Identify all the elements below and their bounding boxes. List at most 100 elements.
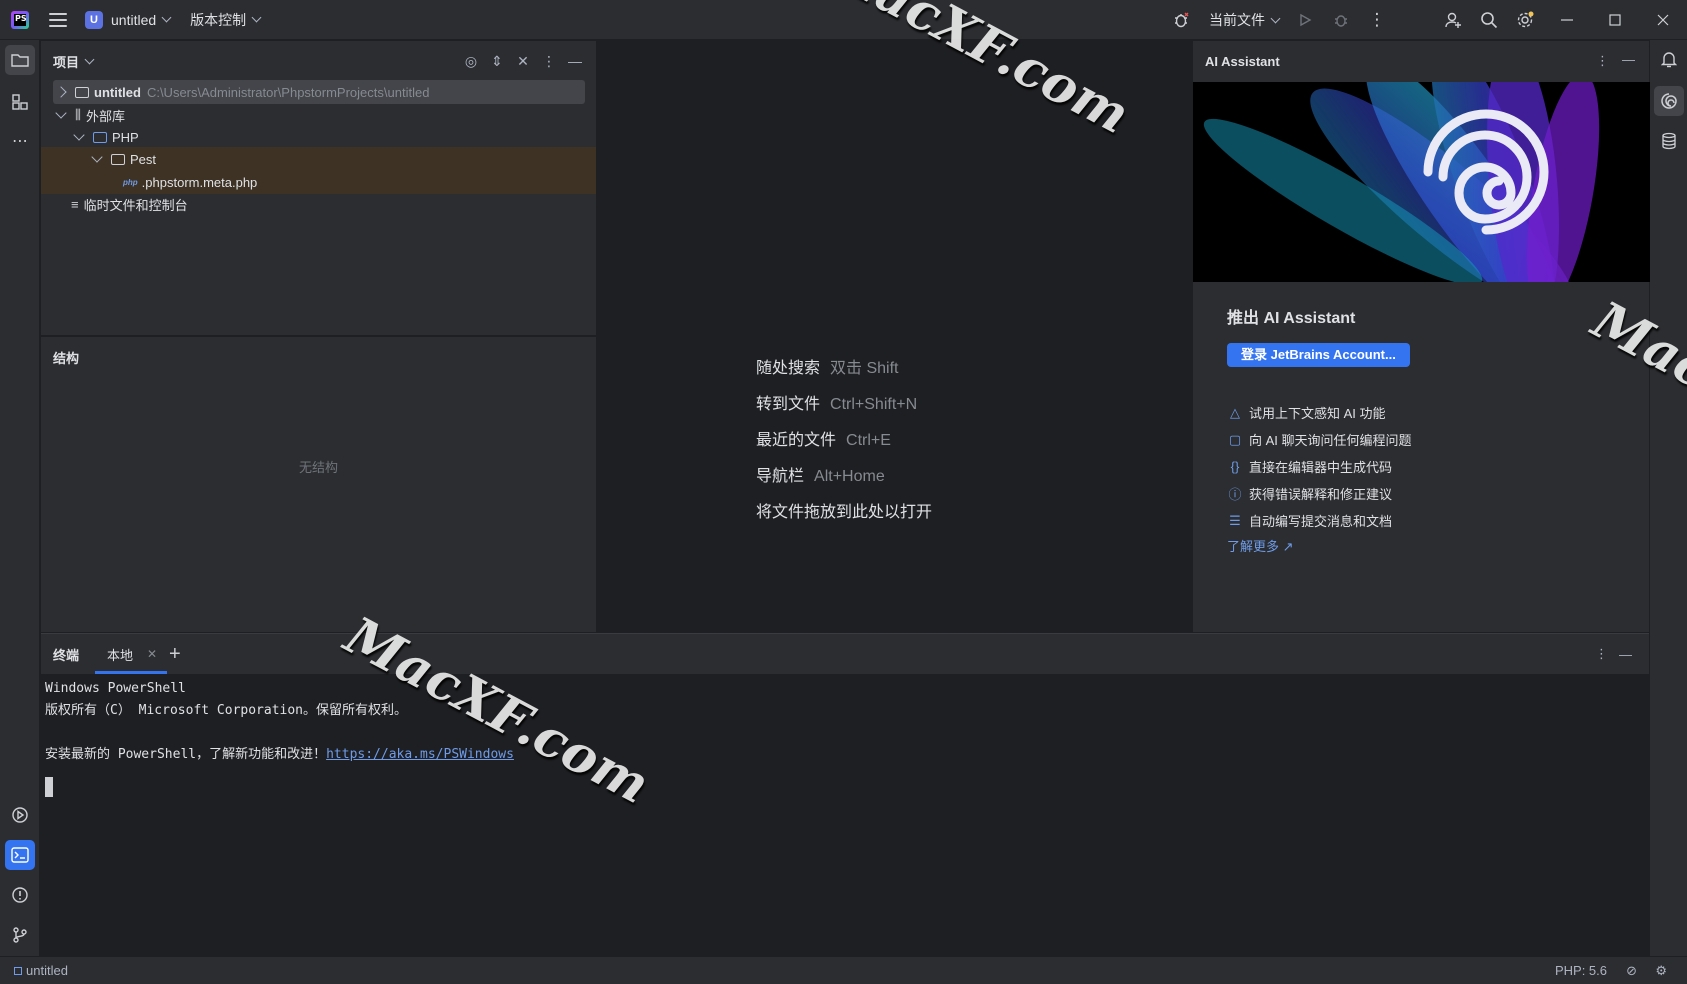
chevron-down-icon[interactable] <box>84 54 95 64</box>
tree-item-phpstorm-meta[interactable]: php .phpstorm.meta.php <box>41 170 596 194</box>
chevron-down-icon <box>161 12 172 23</box>
status-settings-icon[interactable]: ⚙ <box>1655 963 1667 979</box>
project-badge: U <box>85 10 103 29</box>
add-user-icon[interactable] <box>1435 0 1471 40</box>
project-panel-header: 项目 ◎ ⇕ ✕ ⋮ — <box>41 41 596 81</box>
powershell-link[interactable]: https://aka.ms/PSWindows <box>326 747 514 762</box>
ai-assistant-icon[interactable] <box>1654 86 1684 116</box>
run-icon[interactable] <box>1287 0 1323 40</box>
project-name: untitled <box>111 11 157 28</box>
chevron-down-icon[interactable] <box>73 129 85 141</box>
settings-gear-icon[interactable] <box>1507 0 1543 40</box>
chevron-right-icon[interactable] <box>55 86 67 98</box>
locate-icon[interactable]: ◎ <box>458 53 484 70</box>
status-bar: untitled PHP: 5.6 ⊘ ⚙ <box>0 956 1687 984</box>
close-window-icon[interactable] <box>1639 0 1687 40</box>
more-vertical-icon[interactable]: ⋮ <box>1595 634 1608 674</box>
ai-feature-item: △ 试用上下文感知 AI 功能 <box>1227 403 1386 422</box>
folder-icon <box>75 86 89 98</box>
terminal-line: 安装最新的 PowerShell，了解新功能和改进！https://aka.ms… <box>45 747 514 762</box>
project-panel: 项目 ◎ ⇕ ✕ ⋮ — untitled C:\Users\Administr… <box>41 41 597 335</box>
hint-drop-files: 将文件拖放到此处以打开 <box>756 504 933 521</box>
hide-panel-icon[interactable]: — <box>1622 52 1635 67</box>
ai-feature-item: ▢ 向 AI 聊天询问任何编程问题 <box>1228 431 1412 449</box>
status-project-name[interactable]: untitled <box>26 963 68 978</box>
tree-item-untitled[interactable]: untitled C:\Users\Administrator\Phpstorm… <box>53 80 585 104</box>
tree-item-scratches[interactable]: ≡ 临时文件和控制台 <box>71 192 188 216</box>
phpstorm-logo-icon: PS <box>11 10 29 29</box>
project-status-icon <box>14 966 22 975</box>
structure-empty-message: 无结构 <box>298 460 338 475</box>
git-branch-icon[interactable] <box>5 920 35 950</box>
project-folder-icon[interactable] <box>5 45 35 75</box>
tree-item-external-libraries[interactable]: ⫼ 外部库 <box>55 103 125 127</box>
tree-item-php[interactable]: PHP <box>73 125 139 149</box>
ai-panel-header: AI Assistant ⋮ — <box>1193 41 1649 81</box>
project-panel-title[interactable]: 项目 <box>53 52 79 71</box>
vcs-label: 版本控制 <box>190 11 247 28</box>
structure-icon[interactable] <box>5 87 35 117</box>
minimize-window-icon[interactable] <box>1543 0 1591 40</box>
chevron-down-icon <box>251 12 262 23</box>
chevron-down-icon[interactable] <box>55 107 67 119</box>
tree-item-pest[interactable]: Pest <box>41 147 596 171</box>
tree-item-path: C:\Users\Administrator\PhpstormProjects\… <box>146 84 430 100</box>
more-vertical-icon[interactable]: ⋮ <box>536 53 562 70</box>
debug-icon[interactable] <box>1163 0 1199 40</box>
debug-run-icon[interactable] <box>1323 0 1359 40</box>
vcs-menu[interactable]: 版本控制 <box>190 10 262 30</box>
terminal-line: 版权所有（C） Microsoft Corporation。保留所有权利。 <box>45 703 408 718</box>
problems-icon[interactable] <box>5 880 35 910</box>
database-icon[interactable] <box>1654 126 1684 156</box>
tree-item-label: Pest <box>130 151 157 167</box>
chevron-down-icon <box>1270 13 1281 23</box>
chat-icon: ▢ <box>1228 431 1242 447</box>
more-horizontal-icon[interactable]: ⋯ <box>5 126 35 156</box>
more-vertical-icon[interactable]: ⋮ <box>1596 53 1609 69</box>
notifications-bell-icon[interactable] <box>1654 44 1684 74</box>
structure-panel-header: 结构 <box>41 337 596 377</box>
terminal-output[interactable]: Windows PowerShell 版权所有（C） Microsoft Cor… <box>45 678 514 798</box>
chevron-down-icon[interactable] <box>91 151 103 163</box>
services-icon[interactable] <box>5 800 35 830</box>
hint-goto-file: 转到文件 Ctrl+Shift+N <box>756 396 918 413</box>
hide-panel-icon[interactable]: — <box>1619 634 1632 674</box>
maximize-window-icon[interactable] <box>1591 0 1639 40</box>
tree-item-label: untitled <box>94 84 141 100</box>
context-icon: △ <box>1230 404 1240 420</box>
ai-panel-title: AI Assistant <box>1205 53 1280 69</box>
login-jetbrains-button[interactable]: 登录 JetBrains Account... <box>1227 343 1410 367</box>
more-vertical-icon[interactable]: ⋮ <box>1359 0 1395 40</box>
ai-feature-item: ⓘ 获得错误解释和修正建议 <box>1227 484 1392 503</box>
expand-all-icon[interactable]: ⇕ <box>484 53 510 70</box>
ai-heading: 推出 AI Assistant <box>1227 310 1356 327</box>
power-save-icon[interactable]: ⊘ <box>1626 963 1637 979</box>
terminal-cursor <box>45 776 53 797</box>
ai-feature-item: {} 直接在编辑器中生成代码 <box>1227 457 1392 476</box>
library-icon: ⫼ <box>75 107 81 122</box>
terminal-tab-local[interactable]: 本地 ✕ <box>94 634 168 674</box>
terminal-header: 终端 本地 ✕ + ⋮ — <box>41 634 1649 674</box>
run-config-selector[interactable]: 当前文件 <box>1209 10 1281 30</box>
learn-more-link[interactable]: 了解更多 ↗ <box>1227 536 1294 555</box>
title-bar: PS U untitled 版本控制 当前文件 ⋮ <box>0 0 1687 40</box>
collapse-all-icon[interactable]: ✕ <box>510 53 536 70</box>
tree-item-label: .phpstorm.meta.php <box>141 174 258 190</box>
ai-assistant-panel: AI Assistant ⋮ — 推出 AI Assistant 登录 JetB… <box>1192 41 1650 632</box>
php-version-indicator[interactable]: PHP: 5.6 <box>1555 963 1607 978</box>
main-menu-icon[interactable] <box>49 12 67 27</box>
search-icon[interactable] <box>1471 0 1507 40</box>
tree-item-label: PHP <box>112 129 139 145</box>
terminal-icon[interactable] <box>5 840 35 870</box>
editor-area[interactable]: 随处搜索 双击 Shift 转到文件 Ctrl+Shift+N 最近的文件 Ctrl+… <box>598 41 1192 632</box>
left-tool-stripe: ⋯ <box>0 40 40 956</box>
hide-panel-icon[interactable]: — <box>562 53 588 69</box>
folder-icon <box>111 153 125 165</box>
tree-item-label: 外部库 <box>85 108 125 124</box>
hint-recent-files: 最近的文件 Ctrl+E <box>756 432 891 449</box>
right-tool-stripe <box>1649 40 1687 956</box>
project-selector[interactable]: U untitled <box>85 10 172 29</box>
new-tab-plus-icon[interactable]: + <box>169 634 181 674</box>
close-tab-icon[interactable]: ✕ <box>147 647 157 661</box>
question-icon: ⓘ <box>1228 487 1242 502</box>
